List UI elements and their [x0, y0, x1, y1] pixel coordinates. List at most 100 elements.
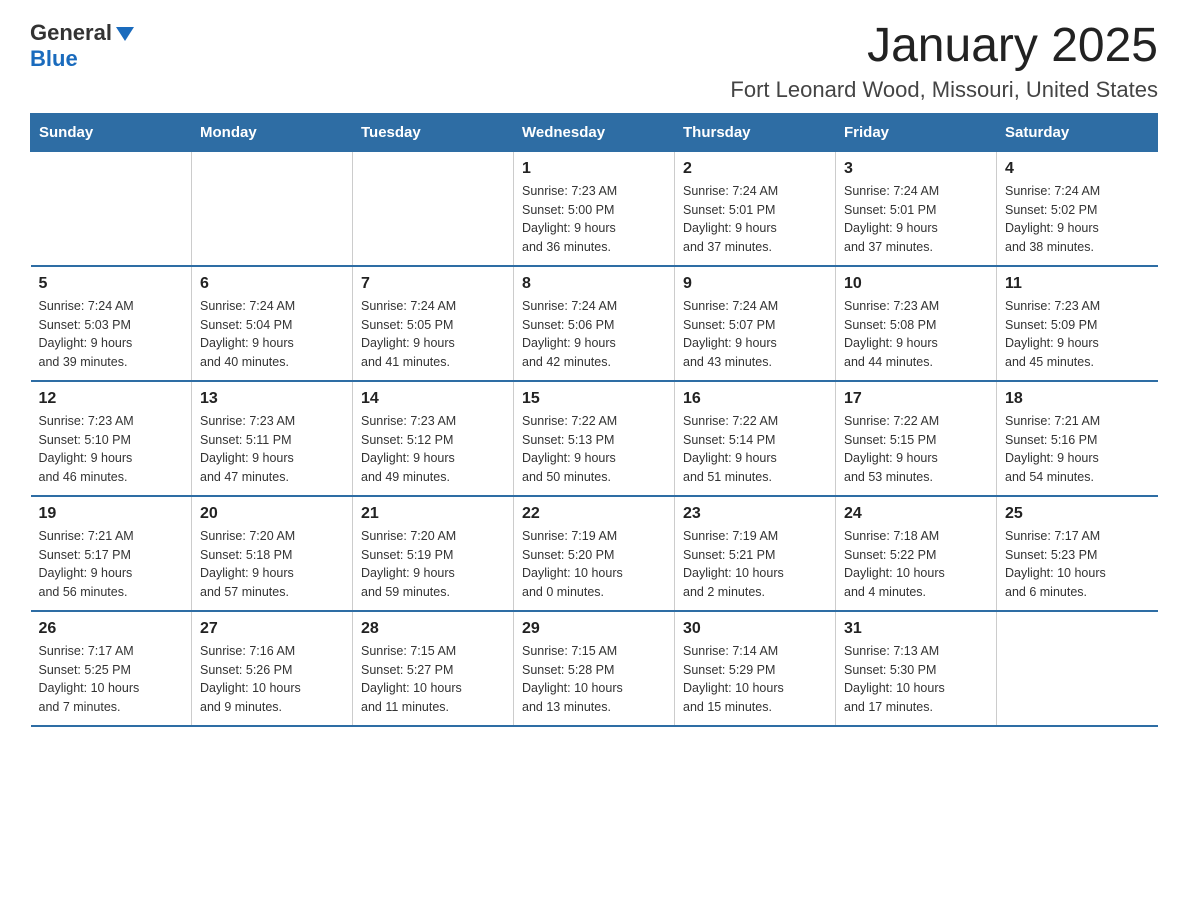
calendar-cell: 18 Sunrise: 7:21 AM Sunset: 5:16 PM Dayli…: [997, 381, 1158, 496]
day-number: 23: [683, 505, 827, 523]
day-number: 7: [361, 275, 505, 293]
day-info: Sunrise: 7:24 AM Sunset: 5:01 PM Dayligh…: [683, 182, 827, 257]
day-info: Sunrise: 7:23 AM Sunset: 5:10 PM Dayligh…: [39, 412, 184, 487]
day-info: Sunrise: 7:19 AM Sunset: 5:20 PM Dayligh…: [522, 527, 666, 602]
weekday-header-thursday: Thursday: [675, 113, 836, 151]
calendar-week-5: 26Sunrise: 7:17 AM Sunset: 5:25 PM Dayli…: [31, 611, 1158, 726]
logo: General Blue: [30, 20, 134, 72]
day-info: Sunrise: 7:23 AM Sunset: 5:00 PM Dayligh…: [522, 182, 666, 257]
calendar-cell: 12 Sunrise: 7:23 AM Sunset: 5:10 PM Dayli…: [31, 381, 192, 496]
calendar-cell: 24Sunrise: 7:18 AM Sunset: 5:22 PM Dayli…: [836, 496, 997, 611]
day-info: Sunrise: 7:23 AM Sunset: 5:09 PM Dayligh…: [1005, 297, 1150, 372]
day-info: Sunrise: 7:24 AM Sunset: 5:03 PM Dayligh…: [39, 297, 184, 372]
weekday-header-saturday: Saturday: [997, 113, 1158, 151]
day-number: 14: [361, 390, 505, 408]
calendar-week-3: 12 Sunrise: 7:23 AM Sunset: 5:10 PM Dayli…: [31, 381, 1158, 496]
calendar-cell: 28 Sunrise: 7:15 AM Sunset: 5:27 PM Dayli…: [353, 611, 514, 726]
day-info: Sunrise: 7:17 AM Sunset: 5:25 PM Dayligh…: [39, 642, 184, 717]
weekday-header-sunday: Sunday: [31, 113, 192, 151]
calendar-header: SundayMondayTuesdayWednesdayThursdayFrid…: [31, 113, 1158, 151]
logo-general-text: General: [30, 20, 112, 46]
calendar-subtitle: Fort Leonard Wood, Missouri, United Stat…: [730, 77, 1158, 103]
calendar-cell: 22Sunrise: 7:19 AM Sunset: 5:20 PM Dayli…: [514, 496, 675, 611]
calendar-cell: 30Sunrise: 7:14 AM Sunset: 5:29 PM Dayli…: [675, 611, 836, 726]
day-info: Sunrise: 7:15 AM Sunset: 5:27 PM Dayligh…: [361, 642, 505, 717]
day-number: 1: [522, 160, 666, 178]
calendar-cell: 25 Sunrise: 7:17 AM Sunset: 5:23 PM Dayli…: [997, 496, 1158, 611]
calendar-cell: 8Sunrise: 7:24 AM Sunset: 5:06 PM Daylig…: [514, 266, 675, 381]
day-info: Sunrise: 7:20 AM Sunset: 5:18 PM Dayligh…: [200, 527, 344, 602]
calendar-cell: 2 Sunrise: 7:24 AM Sunset: 5:01 PM Daylig…: [675, 151, 836, 266]
day-number: 21: [361, 505, 505, 523]
page-header: General Blue January 2025 Fort Leonard W…: [30, 20, 1158, 103]
logo-triangle-icon: [116, 27, 134, 41]
day-number: 27: [200, 620, 344, 638]
day-number: 17: [844, 390, 988, 408]
calendar-cell: 19 Sunrise: 7:21 AM Sunset: 5:17 PM Dayli…: [31, 496, 192, 611]
calendar-cell: 29 Sunrise: 7:15 AM Sunset: 5:28 PM Dayli…: [514, 611, 675, 726]
day-number: 13: [200, 390, 344, 408]
calendar-cell: 16 Sunrise: 7:22 AM Sunset: 5:14 PM Dayli…: [675, 381, 836, 496]
day-info: Sunrise: 7:15 AM Sunset: 5:28 PM Dayligh…: [522, 642, 666, 717]
day-info: Sunrise: 7:24 AM Sunset: 5:01 PM Dayligh…: [844, 182, 988, 257]
weekday-header-friday: Friday: [836, 113, 997, 151]
calendar-cell: [353, 151, 514, 266]
day-info: Sunrise: 7:21 AM Sunset: 5:16 PM Dayligh…: [1005, 412, 1150, 487]
calendar-cell: [31, 151, 192, 266]
day-number: 20: [200, 505, 344, 523]
day-info: Sunrise: 7:21 AM Sunset: 5:17 PM Dayligh…: [39, 527, 184, 602]
day-number: 31: [844, 620, 988, 638]
calendar-cell: 20 Sunrise: 7:20 AM Sunset: 5:18 PM Dayli…: [192, 496, 353, 611]
calendar-cell: 9 Sunrise: 7:24 AM Sunset: 5:07 PM Daylig…: [675, 266, 836, 381]
day-number: 15: [522, 390, 666, 408]
day-number: 9: [683, 275, 827, 293]
weekday-header-wednesday: Wednesday: [514, 113, 675, 151]
day-info: Sunrise: 7:23 AM Sunset: 5:12 PM Dayligh…: [361, 412, 505, 487]
day-number: 5: [39, 275, 184, 293]
calendar-week-4: 19 Sunrise: 7:21 AM Sunset: 5:17 PM Dayli…: [31, 496, 1158, 611]
day-info: Sunrise: 7:19 AM Sunset: 5:21 PM Dayligh…: [683, 527, 827, 602]
day-number: 25: [1005, 505, 1150, 523]
calendar-cell: 17 Sunrise: 7:22 AM Sunset: 5:15 PM Dayli…: [836, 381, 997, 496]
day-number: 12: [39, 390, 184, 408]
day-number: 28: [361, 620, 505, 638]
day-info: Sunrise: 7:23 AM Sunset: 5:11 PM Dayligh…: [200, 412, 344, 487]
day-info: Sunrise: 7:17 AM Sunset: 5:23 PM Dayligh…: [1005, 527, 1150, 602]
calendar-cell: 4Sunrise: 7:24 AM Sunset: 5:02 PM Daylig…: [997, 151, 1158, 266]
calendar-cell: 1 Sunrise: 7:23 AM Sunset: 5:00 PM Daylig…: [514, 151, 675, 266]
day-info: Sunrise: 7:24 AM Sunset: 5:07 PM Dayligh…: [683, 297, 827, 372]
day-info: Sunrise: 7:22 AM Sunset: 5:15 PM Dayligh…: [844, 412, 988, 487]
calendar-body: 1 Sunrise: 7:23 AM Sunset: 5:00 PM Daylig…: [31, 151, 1158, 726]
calendar-cell: 27 Sunrise: 7:16 AM Sunset: 5:26 PM Dayli…: [192, 611, 353, 726]
day-number: 3: [844, 160, 988, 178]
day-number: 4: [1005, 160, 1150, 178]
day-info: Sunrise: 7:20 AM Sunset: 5:19 PM Dayligh…: [361, 527, 505, 602]
day-number: 10: [844, 275, 988, 293]
calendar-week-2: 5 Sunrise: 7:24 AM Sunset: 5:03 PM Daylig…: [31, 266, 1158, 381]
calendar-cell: 5 Sunrise: 7:24 AM Sunset: 5:03 PM Daylig…: [31, 266, 192, 381]
day-number: 18: [1005, 390, 1150, 408]
day-number: 6: [200, 275, 344, 293]
day-info: Sunrise: 7:22 AM Sunset: 5:14 PM Dayligh…: [683, 412, 827, 487]
day-info: Sunrise: 7:24 AM Sunset: 5:04 PM Dayligh…: [200, 297, 344, 372]
day-info: Sunrise: 7:16 AM Sunset: 5:26 PM Dayligh…: [200, 642, 344, 717]
day-number: 16: [683, 390, 827, 408]
day-info: Sunrise: 7:22 AM Sunset: 5:13 PM Dayligh…: [522, 412, 666, 487]
day-number: 30: [683, 620, 827, 638]
weekday-header-monday: Monday: [192, 113, 353, 151]
day-number: 29: [522, 620, 666, 638]
day-info: Sunrise: 7:24 AM Sunset: 5:06 PM Dayligh…: [522, 297, 666, 372]
weekday-header-row: SundayMondayTuesdayWednesdayThursdayFrid…: [31, 113, 1158, 151]
day-info: Sunrise: 7:13 AM Sunset: 5:30 PM Dayligh…: [844, 642, 988, 717]
day-number: 2: [683, 160, 827, 178]
calendar-cell: 21 Sunrise: 7:20 AM Sunset: 5:19 PM Dayli…: [353, 496, 514, 611]
calendar-cell: 10Sunrise: 7:23 AM Sunset: 5:08 PM Dayli…: [836, 266, 997, 381]
day-info: Sunrise: 7:18 AM Sunset: 5:22 PM Dayligh…: [844, 527, 988, 602]
day-number: 19: [39, 505, 184, 523]
day-number: 11: [1005, 275, 1150, 293]
calendar-title: January 2025: [730, 20, 1158, 73]
calendar-cell: 23 Sunrise: 7:19 AM Sunset: 5:21 PM Dayli…: [675, 496, 836, 611]
calendar-cell: 14 Sunrise: 7:23 AM Sunset: 5:12 PM Dayli…: [353, 381, 514, 496]
calendar-cell: 6 Sunrise: 7:24 AM Sunset: 5:04 PM Daylig…: [192, 266, 353, 381]
calendar-cell: 13 Sunrise: 7:23 AM Sunset: 5:11 PM Dayli…: [192, 381, 353, 496]
